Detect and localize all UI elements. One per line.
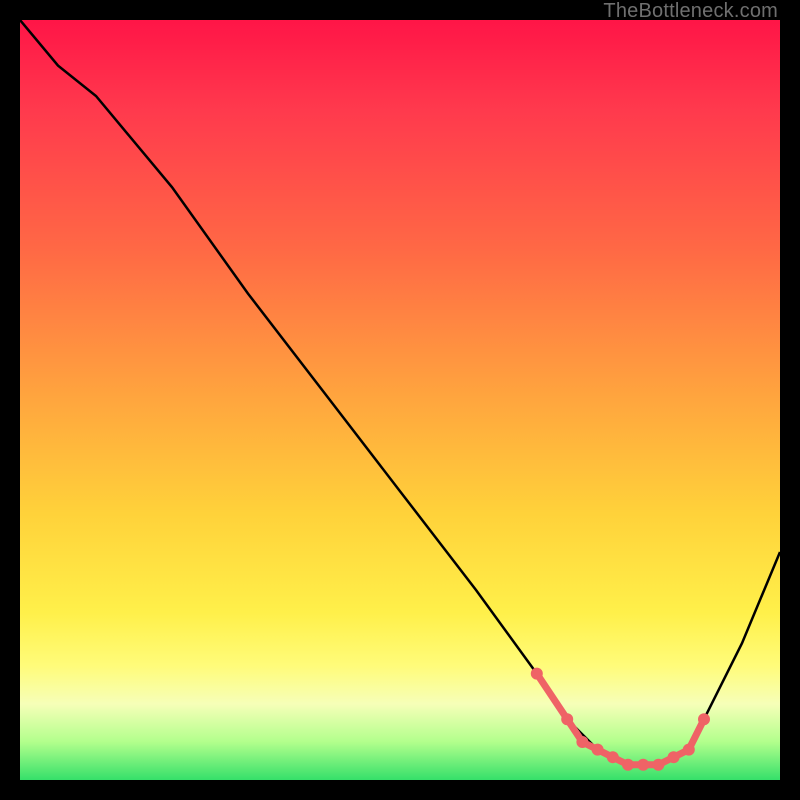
valley-dot bbox=[698, 713, 710, 725]
valley-dot bbox=[622, 759, 634, 771]
valley-dot bbox=[592, 744, 604, 756]
overlay-svg bbox=[20, 20, 780, 780]
chart-frame: TheBottleneck.com bbox=[0, 0, 800, 800]
bottleneck-curve bbox=[20, 20, 780, 765]
valley-dot bbox=[652, 759, 664, 771]
valley-dot bbox=[576, 736, 588, 748]
valley-dot bbox=[637, 759, 649, 771]
valley-dot bbox=[607, 751, 619, 763]
valley-dot bbox=[683, 744, 695, 756]
valley-dot bbox=[531, 668, 543, 680]
valley-dot bbox=[668, 751, 680, 763]
plot-area bbox=[20, 20, 780, 780]
valley-dot bbox=[561, 713, 573, 725]
